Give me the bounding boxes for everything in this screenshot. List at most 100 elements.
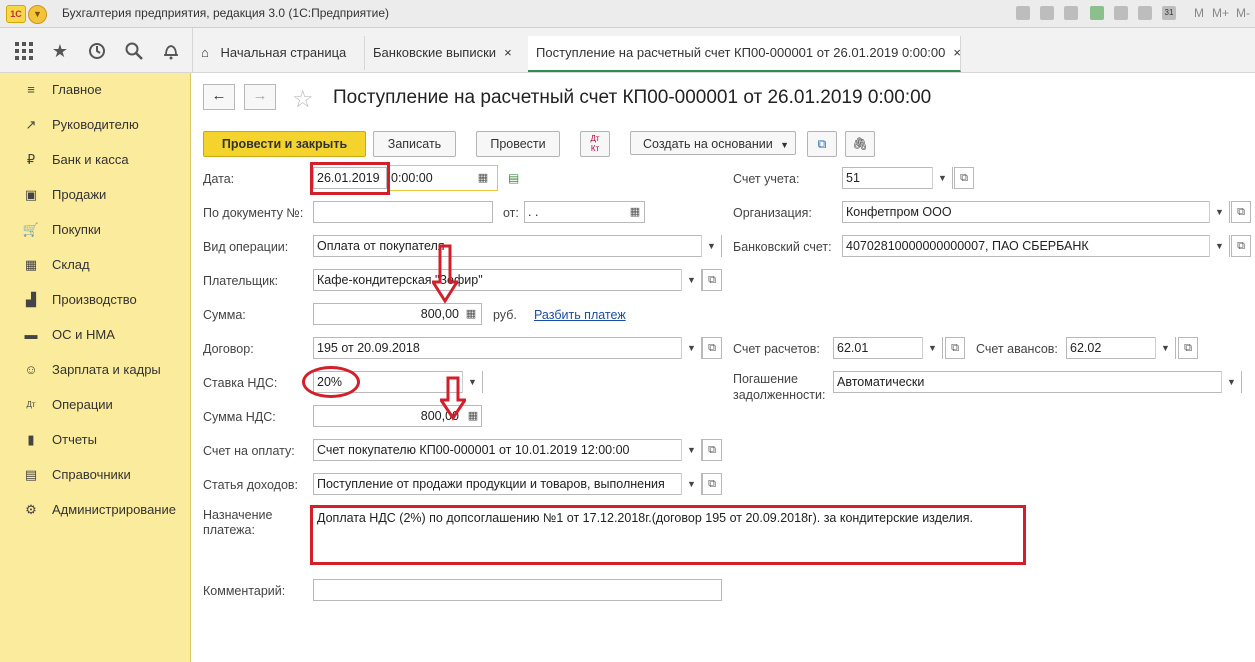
vat-rate-label: Ставка НДС: bbox=[203, 376, 278, 390]
operation-type-select[interactable]: Оплата от покупателя bbox=[313, 235, 722, 257]
calculator-icon[interactable] bbox=[1138, 6, 1152, 20]
star-icon[interactable]: ★ bbox=[50, 41, 70, 61]
calculator-icon[interactable]: ▦ bbox=[462, 304, 480, 324]
sidebar-item-icon: ▬ bbox=[24, 327, 38, 342]
sidebar-item[interactable]: ☺ Зарплата и кадры bbox=[0, 356, 190, 384]
chevron-down-icon: ▼ bbox=[780, 140, 790, 150]
calendar-icon[interactable]: 31 bbox=[1162, 6, 1176, 20]
open-icon[interactable]: ⧉ bbox=[702, 473, 722, 495]
bank-account-input[interactable]: 40702810000000000007, ПАО СБЕРБАНК bbox=[842, 235, 1230, 257]
sum-input[interactable]: 800,00 bbox=[313, 303, 482, 325]
back-button[interactable]: ← bbox=[203, 84, 235, 110]
memory-plus-button[interactable]: M+ bbox=[1212, 6, 1229, 20]
chevron-down-icon[interactable]: ▼ bbox=[681, 473, 701, 495]
tab-current-document[interactable]: Поступление на расчетный счет КП00-00000… bbox=[528, 36, 961, 72]
comment-input[interactable] bbox=[313, 579, 722, 601]
debt-repayment-select[interactable]: Автоматически bbox=[833, 371, 1242, 393]
date-highlight-box bbox=[310, 162, 390, 195]
link-icon[interactable] bbox=[1090, 6, 1104, 20]
doc-number-input[interactable] bbox=[313, 201, 493, 223]
sidebar-item[interactable]: ▮ Отчеты bbox=[0, 426, 190, 454]
settlement-account-label: Счет расчетов: bbox=[733, 342, 820, 356]
sidebar-item-icon: ≡ bbox=[27, 82, 35, 97]
tab-bank-statements[interactable]: Банковские выписки × bbox=[365, 36, 530, 70]
chevron-down-icon[interactable]: ▼ bbox=[1155, 337, 1175, 359]
sidebar-item[interactable]: Дт Операции bbox=[0, 391, 190, 419]
chevron-down-icon[interactable]: ▼ bbox=[681, 439, 701, 461]
create-based-on-button[interactable]: Создать на основании ▼ bbox=[630, 131, 796, 155]
attachment-icon[interactable]: 🖇 bbox=[845, 131, 875, 157]
purpose-label: Назначение платежа: bbox=[203, 508, 273, 537]
sidebar-item-label: Покупки bbox=[52, 222, 101, 237]
calendar-icon[interactable]: ▦ bbox=[474, 168, 492, 188]
sidebar-item[interactable]: ⚙ Администрирование bbox=[0, 496, 190, 524]
title-bar: 1С ▼ Бухгалтерия предприятия, редакция 3… bbox=[0, 0, 1255, 28]
close-tab-icon[interactable]: × bbox=[504, 45, 512, 60]
post-and-close-button[interactable]: Провести и закрыть bbox=[203, 131, 366, 157]
sidebar-item[interactable]: ▦ Склад bbox=[0, 251, 190, 279]
debt-repayment-label: Погашение задолженности: bbox=[733, 372, 826, 402]
from-label: от: bbox=[503, 206, 519, 220]
home-icon: ⌂ bbox=[201, 45, 209, 60]
search-icon[interactable] bbox=[124, 41, 144, 61]
history-icon[interactable] bbox=[87, 41, 107, 61]
main-menu-button[interactable]: ▼ bbox=[28, 5, 47, 24]
memory-minus-button[interactable]: M- bbox=[1236, 6, 1250, 20]
preview-icon[interactable] bbox=[1064, 6, 1078, 20]
save-icon[interactable] bbox=[1016, 6, 1030, 20]
organization-input[interactable]: Конфетпром ООО bbox=[842, 201, 1230, 223]
memory-button[interactable]: M bbox=[1194, 6, 1204, 20]
vat-rate-highlight-oval bbox=[302, 366, 360, 398]
structure-icon[interactable]: ⧉ bbox=[807, 131, 837, 157]
open-icon[interactable]: ⧉ bbox=[954, 167, 974, 189]
sidebar-item[interactable]: ▤ Справочники bbox=[0, 461, 190, 489]
contract-input[interactable]: 195 от 20.09.2018 bbox=[313, 337, 702, 359]
open-icon[interactable]: ⧉ bbox=[1231, 201, 1251, 223]
calculator-icon[interactable]: ▦ bbox=[464, 406, 482, 426]
chevron-down-icon[interactable]: ▼ bbox=[1221, 371, 1241, 393]
favorites-icon[interactable] bbox=[1114, 6, 1128, 20]
sidebar-item[interactable]: ≡ Главное bbox=[0, 76, 190, 104]
chevron-down-icon[interactable]: ▼ bbox=[1209, 235, 1229, 257]
apps-icon[interactable] bbox=[14, 41, 34, 61]
chevron-down-icon[interactable]: ▼ bbox=[922, 337, 942, 359]
bell-icon[interactable] bbox=[161, 41, 181, 61]
sidebar-item-label: Банк и касса bbox=[52, 152, 129, 167]
save-button[interactable]: Записать bbox=[373, 131, 456, 157]
close-tab-icon[interactable]: × bbox=[953, 45, 961, 60]
sidebar-item[interactable]: ▣ Продажи bbox=[0, 181, 190, 209]
payer-input[interactable]: Кафе-кондитерская "Зефир" bbox=[313, 269, 702, 291]
calendar-icon[interactable]: ▦ bbox=[626, 202, 644, 222]
split-payment-link[interactable]: Разбить платеж bbox=[534, 308, 626, 322]
chevron-down-icon[interactable]: ▼ bbox=[681, 269, 701, 291]
chevron-down-icon[interactable]: ▼ bbox=[681, 337, 701, 359]
tab-label: Банковские выписки bbox=[373, 45, 497, 60]
forward-button[interactable]: → bbox=[244, 84, 276, 110]
open-icon[interactable]: ⧉ bbox=[702, 337, 722, 359]
currency-label: руб. bbox=[493, 308, 517, 322]
chevron-down-icon[interactable]: ▼ bbox=[701, 235, 721, 257]
dt-kt-button[interactable]: Дт Кт bbox=[580, 131, 610, 157]
print-icon[interactable] bbox=[1040, 6, 1054, 20]
sidebar-item-icon: ↗ bbox=[25, 117, 37, 132]
sidebar-item[interactable]: 🛒 Покупки bbox=[0, 216, 190, 244]
post-button[interactable]: Провести bbox=[476, 131, 560, 157]
sidebar-item[interactable]: ↗ Руководителю bbox=[0, 111, 190, 139]
open-icon[interactable]: ⧉ bbox=[945, 337, 965, 359]
create-based-on-label: Создать на основании bbox=[643, 137, 773, 151]
sidebar-item-icon: Дт bbox=[26, 400, 36, 409]
sidebar-item[interactable]: ₽ Банк и касса bbox=[0, 146, 190, 174]
sidebar-item[interactable]: ▬ ОС и НМА bbox=[0, 321, 190, 349]
chevron-down-icon[interactable]: ▼ bbox=[932, 167, 952, 189]
open-icon[interactable]: ⧉ bbox=[702, 269, 722, 291]
open-icon[interactable]: ⧉ bbox=[1178, 337, 1198, 359]
invoice-input[interactable]: Счет покупателю КП00-000001 от 10.01.201… bbox=[313, 439, 702, 461]
income-item-input[interactable]: Поступление от продажи продукции и товар… bbox=[313, 473, 702, 495]
favorite-star-icon[interactable]: ☆ bbox=[292, 85, 314, 114]
sidebar-item[interactable]: ▟ Производство bbox=[0, 286, 190, 314]
date-history-icon[interactable]: ▤ bbox=[508, 171, 519, 185]
chevron-down-icon[interactable]: ▼ bbox=[1209, 201, 1229, 223]
tab-home[interactable]: ⌂ Начальная страница bbox=[193, 36, 365, 70]
open-icon[interactable]: ⧉ bbox=[702, 439, 722, 461]
open-icon[interactable]: ⧉ bbox=[1231, 235, 1251, 257]
